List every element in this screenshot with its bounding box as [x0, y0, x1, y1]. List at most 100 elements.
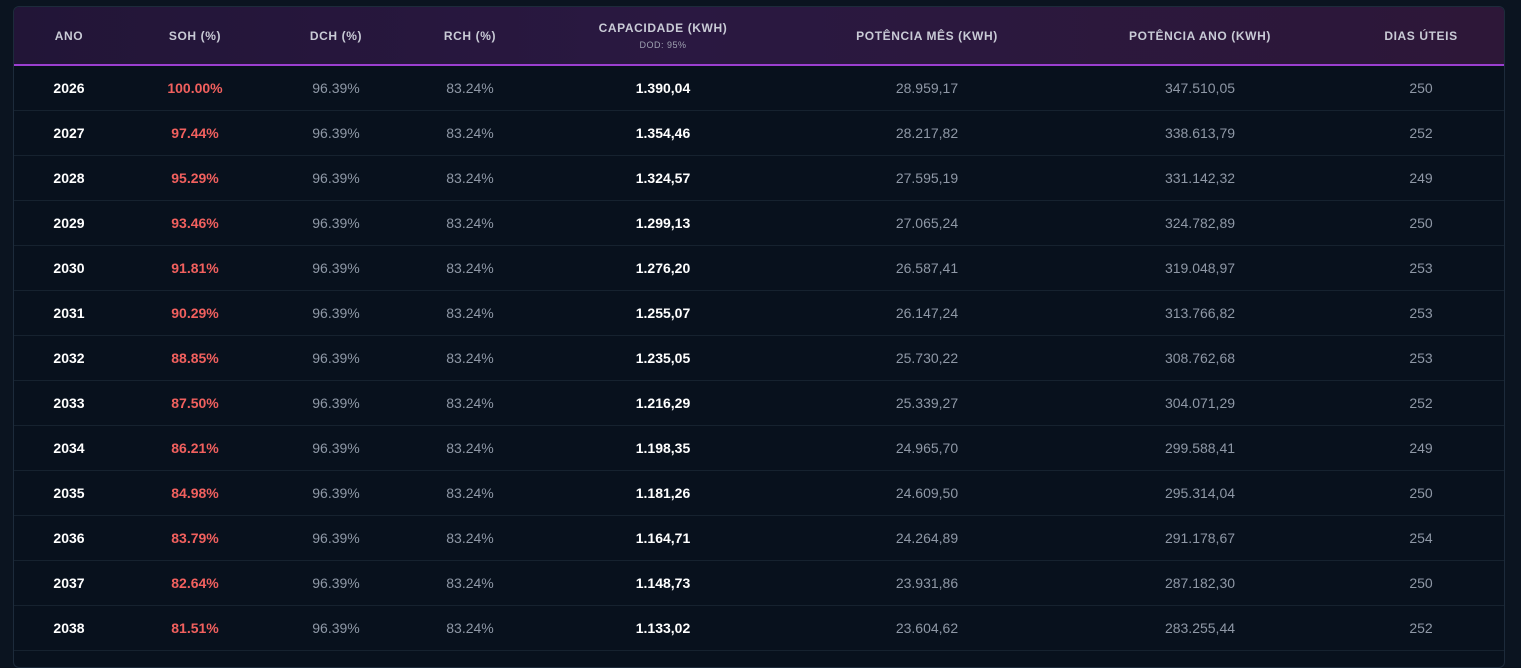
- table-row: 2033 87.50% 96.39% 83.24% 1.216,29 25.33…: [14, 380, 1504, 425]
- header-potencia-mes: POTÊNCIA MÊS (KWH): [792, 7, 1062, 66]
- cell-dias-uteis: 250: [1409, 574, 1433, 591]
- cell-potencia-mes: 25.339,27: [895, 394, 959, 411]
- cell-soh: 93.46%: [171, 214, 219, 231]
- cell-potencia-mes: 24.264,89: [895, 529, 959, 546]
- cell-potencia-mes: 26.587,41: [895, 259, 959, 276]
- cell-potencia-ano: 283.255,44: [1164, 619, 1236, 636]
- table-row: 2029 93.46% 96.39% 83.24% 1.299,13 27.06…: [14, 200, 1504, 245]
- cell-potencia-ano: 308.762,68: [1164, 349, 1236, 366]
- cell-ano: 2037: [53, 574, 85, 591]
- header-potencia-ano: POTÊNCIA ANO (KWH): [1062, 7, 1338, 66]
- cell-capacidade: 1.133,02: [635, 619, 691, 636]
- cell-soh: 86.21%: [171, 439, 219, 456]
- header-dch: DCH (%): [266, 7, 406, 66]
- cell-potencia-ano: 347.510,05: [1164, 79, 1236, 96]
- cell-dias-uteis: 253: [1409, 349, 1433, 366]
- cell-dch: 96.39%: [312, 529, 360, 546]
- cell-potencia-mes: 23.931,86: [895, 574, 959, 591]
- cell-dch: 96.39%: [312, 124, 360, 141]
- cell-dias-uteis: 252: [1409, 394, 1433, 411]
- cell-dias-uteis: 253: [1409, 304, 1433, 321]
- cell-capacidade: 1.390,04: [635, 79, 691, 96]
- cell-rch: 83.24%: [446, 259, 494, 276]
- table-row: 2038 81.51% 96.39% 83.24% 1.133,02 23.60…: [14, 605, 1504, 650]
- cell-dch: 96.39%: [312, 574, 360, 591]
- cell-capacidade: 1.354,46: [635, 124, 691, 141]
- table-row: 2026 100.00% 96.39% 83.24% 1.390,04 28.9…: [14, 65, 1504, 110]
- cell-rch: 83.24%: [446, 124, 494, 141]
- cell-potencia-ano: 331.142,32: [1164, 169, 1236, 186]
- cell-soh: 87.50%: [171, 394, 219, 411]
- table-row: 2034 86.21% 96.39% 83.24% 1.198,35 24.96…: [14, 425, 1504, 470]
- cell-soh: 91.81%: [171, 259, 219, 276]
- table-row: 2036 83.79% 96.39% 83.24% 1.164,71 24.26…: [14, 515, 1504, 560]
- cell-soh: 100.00%: [167, 79, 223, 96]
- header-soh: SOH (%): [124, 7, 266, 66]
- cell-rch: 83.24%: [446, 169, 494, 186]
- cell-rch: 83.24%: [446, 304, 494, 321]
- cell-potencia-mes: 28.217,82: [895, 124, 959, 141]
- header-rch: RCH (%): [406, 7, 534, 66]
- cell-capacidade: 1.198,35: [635, 439, 691, 456]
- cell-ano: 2033: [53, 394, 85, 411]
- cell-potencia-mes: 24.965,70: [895, 439, 959, 456]
- table-header-row: ANO SOH (%) DCH (%) RCH (%) CAPACIDADE (…: [14, 7, 1504, 66]
- header-capacidade-dod: DOD: 95%: [639, 40, 687, 50]
- cell-ano: 2026: [53, 79, 85, 96]
- table-row: 2030 91.81% 96.39% 83.24% 1.276,20 26.58…: [14, 245, 1504, 290]
- cell-ano: 2032: [53, 349, 85, 366]
- cell-ano: 2038: [53, 619, 85, 636]
- cell-capacidade: 1.148,73: [635, 574, 691, 591]
- cell-potencia-mes: 27.065,24: [895, 214, 959, 231]
- cell-dch: 96.39%: [312, 439, 360, 456]
- cell-potencia-ano: 324.782,89: [1164, 214, 1236, 231]
- cell-rch: 83.24%: [446, 574, 494, 591]
- cell-ano: 2029: [53, 214, 85, 231]
- cell-dias-uteis: 249: [1409, 169, 1433, 186]
- cell-capacidade: 1.299,13: [635, 214, 691, 231]
- header-capacidade: CAPACIDADE (KWH) DOD: 95%: [534, 7, 792, 66]
- cell-dias-uteis: 254: [1409, 529, 1433, 546]
- cell-rch: 83.24%: [446, 394, 494, 411]
- cell-potencia-ano: 287.182,30: [1164, 574, 1236, 591]
- cell-potencia-ano: 319.048,97: [1164, 259, 1236, 276]
- cell-potencia-ano: 291.178,67: [1164, 529, 1236, 546]
- cell-dias-uteis: 252: [1409, 619, 1433, 636]
- table-row: 2027 97.44% 96.39% 83.24% 1.354,46 28.21…: [14, 110, 1504, 155]
- cell-dch: 96.39%: [312, 619, 360, 636]
- cell-potencia-ano: 299.588,41: [1164, 439, 1236, 456]
- cell-capacidade: 1.276,20: [635, 259, 691, 276]
- projection-table-container: ANO SOH (%) DCH (%) RCH (%) CAPACIDADE (…: [13, 6, 1505, 668]
- cell-potencia-mes: 23.604,62: [895, 619, 959, 636]
- cell-ano: 2036: [53, 529, 85, 546]
- cell-soh: 83.79%: [171, 529, 219, 546]
- cell-capacidade: 1.181,26: [635, 484, 691, 501]
- cell-soh: 88.85%: [171, 349, 219, 366]
- cell-dias-uteis: 250: [1409, 484, 1433, 501]
- cell-dias-uteis: 249: [1409, 439, 1433, 456]
- cell-rch: 83.24%: [446, 214, 494, 231]
- header-dias-uteis: DIAS ÚTEIS: [1338, 7, 1504, 66]
- cell-capacidade: 1.216,29: [635, 394, 691, 411]
- cell-dch: 96.39%: [312, 169, 360, 186]
- cell-ano: 2034: [53, 439, 85, 456]
- cell-capacidade: 1.255,07: [635, 304, 691, 321]
- cell-dch: 96.39%: [312, 484, 360, 501]
- cell-potencia-mes: 26.147,24: [895, 304, 959, 321]
- cell-dias-uteis: 250: [1409, 79, 1433, 96]
- cell-soh: 82.64%: [171, 574, 219, 591]
- cell-soh: 90.29%: [171, 304, 219, 321]
- cell-rch: 83.24%: [446, 484, 494, 501]
- cell-ano: 2028: [53, 169, 85, 186]
- table-row: 2032 88.85% 96.39% 83.24% 1.235,05 25.73…: [14, 335, 1504, 380]
- cell-dias-uteis: 253: [1409, 259, 1433, 276]
- cell-rch: 83.24%: [446, 349, 494, 366]
- projection-table: ANO SOH (%) DCH (%) RCH (%) CAPACIDADE (…: [14, 7, 1504, 651]
- cell-rch: 83.24%: [446, 79, 494, 96]
- cell-capacidade: 1.235,05: [635, 349, 691, 366]
- cell-dias-uteis: 252: [1409, 124, 1433, 141]
- cell-capacidade: 1.164,71: [635, 529, 691, 546]
- cell-rch: 83.24%: [446, 439, 494, 456]
- cell-potencia-mes: 27.595,19: [895, 169, 959, 186]
- cell-potencia-ano: 295.314,04: [1164, 484, 1236, 501]
